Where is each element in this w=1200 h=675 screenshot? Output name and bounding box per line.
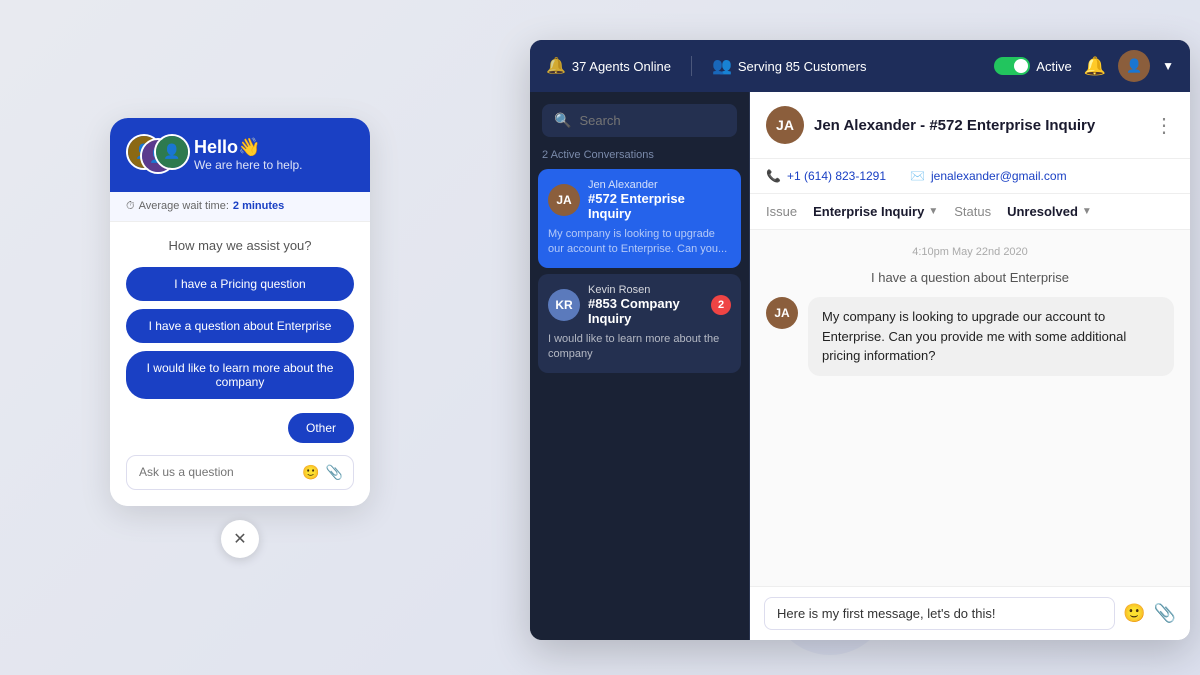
issue-value-text: Enterprise Inquiry bbox=[813, 204, 924, 219]
emoji-icon: 🙂 bbox=[302, 464, 319, 481]
conv-badge-2: 2 bbox=[711, 295, 731, 315]
chat-widget: 👤 👤 👤 Hello👋 We are here to help. ⏱ Aver… bbox=[110, 118, 370, 558]
status-dropdown[interactable]: Unresolved ▼ bbox=[1007, 204, 1092, 219]
widget-input[interactable] bbox=[139, 465, 294, 479]
panel-emoji-icon: 🙂 bbox=[1123, 603, 1145, 624]
content-area: 🔍 2 Active Conversations JA Jen Alexande… bbox=[530, 92, 1190, 640]
email-value: jenalexander@gmail.com bbox=[931, 169, 1067, 183]
panel-avatar-initials: JA bbox=[776, 117, 794, 133]
panel-input-area: 🙂 📎 bbox=[750, 586, 1190, 640]
attachment-icon: 📎 bbox=[325, 464, 342, 481]
notification-bell-icon[interactable]: 🔔 bbox=[1084, 56, 1106, 77]
chat-options: I have a Pricing question I have a quest… bbox=[126, 267, 354, 399]
topbar-divider bbox=[691, 56, 692, 76]
bot-question: I have a question about Enterprise bbox=[766, 270, 1174, 285]
option-pricing[interactable]: I have a Pricing question bbox=[126, 267, 354, 301]
avatar-3: 👤 bbox=[154, 134, 190, 170]
conversation-item-2[interactable]: KR Kevin Rosen #853 Company Inquiry 2 I … bbox=[538, 274, 741, 373]
panel-message-input[interactable] bbox=[764, 597, 1115, 630]
conv-preview-1: My company is looking to upgrade our acc… bbox=[548, 227, 731, 258]
status-value-text: Unresolved bbox=[1007, 204, 1078, 219]
greeting-text: Hello👋 bbox=[194, 137, 303, 158]
clock-icon: ⏱ bbox=[126, 200, 135, 213]
contact-info: 📞 +1 (614) 823-1291 ✉️ jenalexander@gmai… bbox=[750, 159, 1190, 194]
option-company[interactable]: I would like to learn more about the com… bbox=[126, 351, 354, 399]
search-input[interactable] bbox=[579, 113, 755, 128]
email-icon: ✉️ bbox=[910, 169, 925, 183]
widget-question: How may we assist you? bbox=[126, 238, 354, 253]
conv-avatar-1: JA bbox=[548, 184, 580, 216]
issue-dropdown[interactable]: Enterprise Inquiry ▼ bbox=[813, 204, 938, 219]
conv-info-2: Kevin Rosen #853 Company Inquiry bbox=[588, 284, 703, 326]
conversation-item-1[interactable]: JA Jen Alexander #572 Enterprise Inquiry… bbox=[538, 169, 741, 268]
wait-time-value: 2 minutes bbox=[233, 200, 284, 212]
status-field-label: Status bbox=[954, 204, 991, 219]
conv-top-1: JA Jen Alexander #572 Enterprise Inquiry bbox=[548, 179, 731, 221]
message-bubble-1: My company is looking to upgrade our acc… bbox=[808, 297, 1174, 376]
chat-panel-header: JA Jen Alexander - #572 Enterprise Inqui… bbox=[750, 92, 1190, 159]
panel-attachment-icon: 📎 bbox=[1154, 603, 1176, 624]
panel-avatar: JA bbox=[766, 106, 804, 144]
top-bar: 🔔 37 Agents Online 👥 Serving 85 Customer… bbox=[530, 40, 1190, 92]
conv-info-1: Jen Alexander #572 Enterprise Inquiry bbox=[588, 179, 731, 221]
phone-icon: 📞 bbox=[766, 169, 781, 183]
chat-header: 👤 👤 👤 Hello👋 We are here to help. bbox=[110, 118, 370, 192]
phone-detail: 📞 +1 (614) 823-1291 bbox=[766, 169, 886, 183]
message-timestamp: 4:10pm May 22nd 2020 bbox=[766, 246, 1174, 258]
search-icon: 🔍 bbox=[554, 112, 571, 129]
issue-bar: Issue Enterprise Inquiry ▼ Status Unreso… bbox=[750, 194, 1190, 230]
main-app: 🔔 37 Agents Online 👥 Serving 85 Customer… bbox=[530, 40, 1190, 640]
phone-value: +1 (614) 823-1291 bbox=[787, 169, 886, 183]
conversation-list: JA Jen Alexander #572 Enterprise Inquiry… bbox=[530, 169, 749, 379]
search-box[interactable]: 🔍 bbox=[542, 104, 737, 137]
conv-avatar-initials-2: KR bbox=[555, 298, 572, 312]
msg-avatar-1: JA bbox=[766, 297, 798, 329]
other-button[interactable]: Other bbox=[288, 413, 354, 443]
serving-icon: 👥 bbox=[712, 56, 732, 76]
wait-label: Average wait time: bbox=[139, 200, 229, 212]
panel-menu-button[interactable]: ⋮ bbox=[1154, 113, 1174, 138]
conv-name-2: Kevin Rosen bbox=[588, 284, 703, 296]
conv-name-1: Jen Alexander bbox=[588, 179, 731, 191]
email-detail: ✉️ jenalexander@gmail.com bbox=[910, 169, 1067, 183]
widget-input-area: 🙂 📎 bbox=[126, 455, 354, 490]
bell-stat-icon: 🔔 bbox=[546, 56, 566, 76]
user-avatar[interactable]: 👤 bbox=[1118, 50, 1150, 82]
wait-time-bar: ⏱ Average wait time: 2 minutes bbox=[110, 192, 370, 222]
active-conversations-label: 2 Active Conversations bbox=[530, 149, 749, 169]
msg-avatar-initials: JA bbox=[774, 306, 789, 320]
chat-messages: 4:10pm May 22nd 2020 I have a question a… bbox=[750, 230, 1190, 586]
chat-header-text: Hello👋 We are here to help. bbox=[194, 137, 303, 172]
conv-avatar-initials-1: JA bbox=[556, 193, 571, 207]
panel-contact-name: Jen Alexander - #572 Enterprise Inquiry bbox=[814, 117, 1095, 134]
conv-top-2: KR Kevin Rosen #853 Company Inquiry 2 bbox=[548, 284, 731, 326]
issue-field-label: Issue bbox=[766, 204, 797, 219]
active-label: Active bbox=[1036, 59, 1071, 74]
message-row-1: JA My company is looking to upgrade our … bbox=[766, 297, 1174, 376]
conv-title-1: #572 Enterprise Inquiry bbox=[588, 191, 731, 221]
subtitle-text: We are here to help. bbox=[194, 158, 303, 172]
topbar-right: Active 🔔 👤 ▼ bbox=[994, 50, 1174, 82]
chat-panel: JA Jen Alexander - #572 Enterprise Inqui… bbox=[750, 92, 1190, 640]
dropdown-chevron-icon[interactable]: ▼ bbox=[1162, 59, 1174, 73]
conv-preview-2: I would like to learn more about the com… bbox=[548, 332, 731, 363]
agents-label: 37 Agents Online bbox=[572, 59, 671, 74]
serving-stat: 👥 Serving 85 Customers bbox=[712, 56, 867, 76]
issue-chevron-icon: ▼ bbox=[928, 206, 938, 217]
chat-body: How may we assist you? I have a Pricing … bbox=[110, 222, 370, 506]
agents-stat: 🔔 37 Agents Online bbox=[546, 56, 671, 76]
conversation-sidebar: 🔍 2 Active Conversations JA Jen Alexande… bbox=[530, 92, 750, 640]
header-avatars: 👤 👤 👤 bbox=[126, 134, 182, 176]
chat-card: 👤 👤 👤 Hello👋 We are here to help. ⏱ Aver… bbox=[110, 118, 370, 506]
toggle-knob bbox=[1014, 59, 1028, 73]
toggle-switch[interactable] bbox=[994, 57, 1030, 75]
conv-title-2: #853 Company Inquiry bbox=[588, 296, 703, 326]
active-toggle[interactable]: Active bbox=[994, 57, 1071, 75]
option-enterprise[interactable]: I have a question about Enterprise bbox=[126, 309, 354, 343]
conv-avatar-2: KR bbox=[548, 289, 580, 321]
status-chevron-icon: ▼ bbox=[1082, 206, 1092, 217]
serving-label: Serving 85 Customers bbox=[738, 59, 867, 74]
close-widget-button[interactable]: ✕ bbox=[221, 520, 259, 558]
